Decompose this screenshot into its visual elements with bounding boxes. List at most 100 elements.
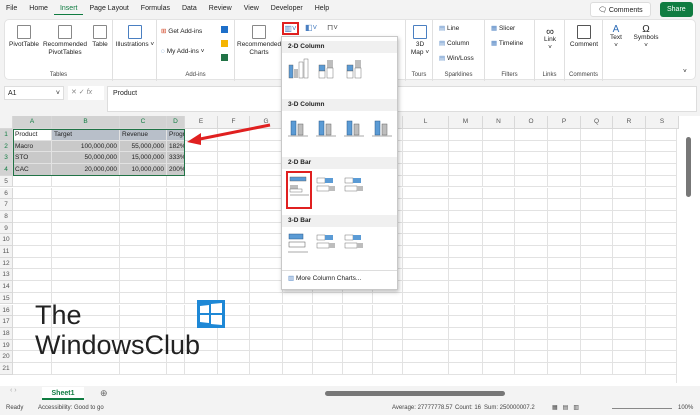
cell-f14[interactable] xyxy=(218,281,250,293)
share-button[interactable]: Share xyxy=(660,2,693,17)
cell-r13[interactable] xyxy=(613,269,646,282)
cell-m12[interactable] xyxy=(449,257,483,270)
row-header[interactable]: 11 xyxy=(0,246,13,258)
cell-k16[interactable] xyxy=(373,304,403,317)
cell-r7[interactable] xyxy=(613,199,646,211)
cell-n14[interactable] xyxy=(483,281,515,293)
ribbon-expand-button[interactable]: ˅ xyxy=(683,68,687,76)
cell-m1[interactable] xyxy=(449,129,483,141)
cell-j19[interactable] xyxy=(343,339,373,352)
column-header-q[interactable]: Q xyxy=(581,116,613,129)
cell-f19[interactable] xyxy=(218,339,250,352)
column-header-b[interactable]: B xyxy=(52,116,120,129)
cell-p11[interactable] xyxy=(548,246,581,258)
select-all-corner[interactable] xyxy=(0,116,13,129)
cell-k17[interactable] xyxy=(373,316,403,328)
row-header[interactable]: 18 xyxy=(0,327,13,340)
cell-f6[interactable] xyxy=(218,187,250,200)
cell-p17[interactable] xyxy=(548,316,581,328)
cell-d13[interactable] xyxy=(167,269,185,282)
cell-q6[interactable] xyxy=(581,187,613,200)
cell-k15[interactable] xyxy=(373,292,403,305)
cell-c11[interactable] xyxy=(120,246,167,258)
cell-o3[interactable] xyxy=(515,152,548,165)
cell-e12[interactable] xyxy=(185,257,218,270)
waterfall-chart-button[interactable]: ⊓˅ xyxy=(327,23,338,32)
cell-p19[interactable] xyxy=(548,339,581,352)
cell-s17[interactable] xyxy=(646,316,679,328)
cell-e21[interactable] xyxy=(185,363,218,375)
cell-n6[interactable] xyxy=(483,187,515,200)
cell-g18[interactable] xyxy=(250,327,283,340)
cell-q21[interactable] xyxy=(581,363,613,375)
comment-button[interactable]: Comment xyxy=(567,25,601,49)
cell-r5[interactable] xyxy=(613,175,646,188)
cell-s19[interactable] xyxy=(646,339,679,352)
row-header[interactable]: 8 xyxy=(0,210,13,223)
cell-q20[interactable] xyxy=(581,351,613,363)
fx-button[interactable]: fx xyxy=(87,89,92,96)
cell-m14[interactable] xyxy=(449,281,483,293)
cell-q17[interactable] xyxy=(581,316,613,328)
column-header-a[interactable]: A xyxy=(13,116,52,129)
cell-c7[interactable] xyxy=(120,199,167,211)
cell-m20[interactable] xyxy=(449,351,483,363)
cell-q5[interactable] xyxy=(581,175,613,188)
row-header[interactable]: 1 xyxy=(0,129,13,141)
recommended-pivottables-button[interactable]: Recommended PivotTables xyxy=(42,25,88,57)
cell-o13[interactable] xyxy=(515,269,548,282)
cell-e14[interactable] xyxy=(185,281,218,293)
3d-column-thumb-2[interactable] xyxy=(315,115,337,137)
cell-n1[interactable] xyxy=(483,129,515,141)
cell-h15[interactable] xyxy=(283,292,313,305)
cell-g9[interactable] xyxy=(250,222,283,235)
cell-e11[interactable] xyxy=(185,246,218,258)
cell-o6[interactable] xyxy=(515,187,548,200)
menu-file[interactable]: File xyxy=(0,3,23,15)
cell-r12[interactable] xyxy=(613,257,646,270)
cell-o14[interactable] xyxy=(515,281,548,293)
cell-s13[interactable] xyxy=(646,269,679,282)
menu-page-layout[interactable]: Page Layout xyxy=(83,3,134,15)
pivottable-button[interactable]: PivotTable xyxy=(9,25,39,49)
cell-q8[interactable] xyxy=(581,210,613,223)
cell-b11[interactable] xyxy=(52,246,120,258)
cell-m5[interactable] xyxy=(449,175,483,188)
cell-p4[interactable] xyxy=(548,164,581,176)
row-header[interactable]: 7 xyxy=(0,199,13,211)
cell-c9[interactable] xyxy=(120,222,167,235)
cell-r19[interactable] xyxy=(613,339,646,352)
cell-l15[interactable] xyxy=(403,292,449,305)
view-buttons[interactable]: ▦ ▤ ▥ xyxy=(552,402,579,415)
3d-100-stacked-bar-thumb[interactable] xyxy=(343,231,365,253)
menu-formulas[interactable]: Formulas xyxy=(135,3,176,15)
cell-m9[interactable] xyxy=(449,222,483,235)
cell-g6[interactable] xyxy=(250,187,283,200)
cell-q4[interactable] xyxy=(581,164,613,176)
cell-n13[interactable] xyxy=(483,269,515,282)
cell-g8[interactable] xyxy=(250,210,283,223)
cell-r2[interactable] xyxy=(613,140,646,153)
cell-m4[interactable] xyxy=(449,164,483,176)
cell-o4[interactable] xyxy=(515,164,548,176)
cell-r9[interactable] xyxy=(613,222,646,235)
timeline-button[interactable]: ▦ Timeline xyxy=(491,40,523,48)
cell-i20[interactable] xyxy=(313,351,343,363)
row-header[interactable]: 6 xyxy=(0,187,13,200)
stacked-bar-thumb[interactable] xyxy=(315,174,337,196)
cell-n2[interactable] xyxy=(483,140,515,153)
cell-l17[interactable] xyxy=(403,316,449,328)
cell-g15[interactable] xyxy=(250,292,283,305)
cell-s5[interactable] xyxy=(646,175,679,188)
cell-p3[interactable] xyxy=(548,152,581,165)
cell-r14[interactable] xyxy=(613,281,646,293)
cell-s6[interactable] xyxy=(646,187,679,200)
cell-p8[interactable] xyxy=(548,210,581,223)
zoom-level[interactable]: 100% xyxy=(678,402,693,415)
cell-d6[interactable] xyxy=(167,187,185,200)
cell-p16[interactable] xyxy=(548,304,581,317)
horizontal-scrollbar[interactable] xyxy=(325,391,505,396)
sparkline-line-button[interactable]: ▤ Line xyxy=(439,25,459,33)
cell-q16[interactable] xyxy=(581,304,613,317)
cell-q15[interactable] xyxy=(581,292,613,305)
